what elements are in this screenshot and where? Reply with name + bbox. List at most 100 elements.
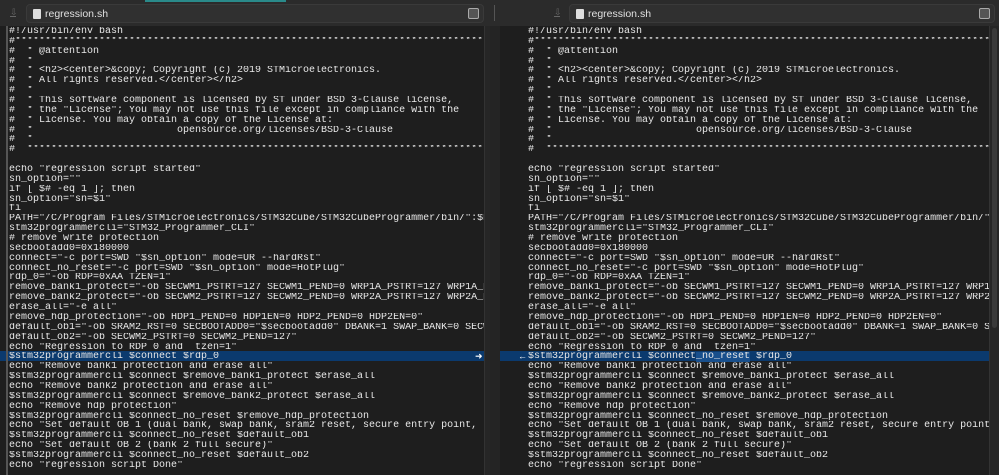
code-line: fi (528, 204, 541, 215)
code-line: sn_option="sn=$1" (9, 194, 112, 205)
file-icon (576, 9, 584, 19)
split-editor-icon[interactable] (979, 8, 990, 19)
code-line: #***************************************… (9, 36, 484, 47)
code-line: #***************************************… (528, 36, 999, 47)
code-lines: #!/usr/bin/env bash #********************… (9, 27, 484, 471)
code-text: $rdp_0 (750, 352, 793, 363)
code-line: # * @attention (9, 46, 100, 57)
code-line: secbootadd0=0x180000 (528, 243, 649, 254)
code-line: sn_option="sn=$1" (528, 194, 631, 205)
code-line: # * License. You may obtain a copy of th… (528, 115, 853, 126)
scrollbar-thumb[interactable] (992, 28, 997, 328)
code-line: fi (9, 204, 22, 215)
code-line: stm32programmercli="STM32_Programmer_CLI… (528, 224, 775, 235)
diff-inserted-text: _no_reset (696, 352, 751, 363)
code-line: $stm32programmercli $connect $rdp_0 (9, 352, 220, 363)
code-line: # remove write protection (9, 234, 160, 244)
code-line: # * opensource.org/licenses/BSD-3-Clause (528, 125, 913, 136)
code-editor-right[interactable]: ← #!/usr/bin/env bash #******************… (500, 26, 999, 475)
code-line: echo "regression script Done" (528, 460, 703, 471)
code-text: $stm32programmercli $connect (528, 352, 697, 363)
code-line: # * All rights reserved.</center></h2> (528, 76, 763, 87)
left-file-tab[interactable]: regression.sh (26, 4, 484, 23)
code-line: connect_no_reset="-c port=SWD "$sn_optio… (528, 263, 865, 274)
code-line: remove_bank1_protect="-ob SECWM1_PSTRT=1… (528, 283, 999, 294)
code-line: sn_option="" (9, 174, 82, 185)
code-line: connect="-c port=SWD "$sn_option" mode=U… (9, 253, 322, 264)
code-line: echo "Set default OB 1 (dual bank, swap … (9, 421, 484, 432)
file-icon (33, 9, 41, 19)
pin-icon[interactable]: ⇩ (10, 8, 18, 17)
code-line: connect_no_reset="-c port=SWD "$sn_optio… (9, 263, 346, 274)
code-line: $stm32programmercli $connect_no_reset $d… (9, 431, 310, 442)
code-line: # * This software component is licensed … (528, 96, 973, 106)
code-line: secbootadd0=0x180000 (9, 243, 130, 254)
code-line: echo "regression script started" (9, 165, 202, 175)
code-line: # * (528, 56, 553, 67)
code-line: rdp_0="-ob RDP=0xAA TZEN=1" (528, 273, 691, 284)
right-editor-pane: ⇩ regression.sh ← #!/usr/bin/env bash #**… (500, 0, 999, 475)
code-line: # * <h2><center>&copy; Copyright (c) 201… (9, 66, 382, 77)
code-line: echo "Remove hdp protection" (9, 401, 178, 412)
code-line: # * (9, 86, 34, 97)
pane-divider[interactable] (494, 5, 495, 21)
split-editor-icon[interactable] (468, 8, 479, 19)
code-line: # * opensource.org/licenses/BSD-3-Clause (9, 125, 394, 136)
code-line: default_ob2="-ob SECWM2_PSTRT=0 SECWM2_P… (9, 332, 298, 343)
code-line: connect="-c port=SWD "$sn_option" mode=U… (528, 253, 841, 264)
code-line: $stm32programmercli $connect_no_reset $r… (528, 411, 889, 422)
scrollbar-left[interactable] (484, 26, 490, 475)
code-line: stm32programmercli="STM32_Programmer_CLI… (9, 224, 256, 235)
code-line: $stm32programmercli $connect_no_reset $d… (528, 431, 829, 442)
tab-label: regression.sh (45, 8, 109, 20)
code-line: remove_bank2_protect="-ob SECWM2_PSTRT=1… (528, 293, 999, 304)
code-line: echo "regression script Done" (9, 460, 184, 471)
code-line: if [ $# -eq 1 ]; then (9, 184, 136, 195)
code-line: # * All rights reserved.</center></h2> (9, 76, 244, 87)
code-line: $stm32programmercli $connect_no_reset $r… (9, 411, 370, 422)
code-line: $stm32programmercli $connect $remove_ban… (528, 391, 895, 402)
code-line: echo "Remove bank2 protection and erase … (528, 381, 793, 392)
code-line: PATH="/C/Program Files/STMicroelectronic… (9, 214, 484, 225)
arrow-left-icon[interactable]: ← (518, 351, 527, 361)
code-line: erase_all="-e all" (9, 303, 118, 313)
code-line: default_ob1="-ob SRAM2_RST=0 SECBOOTADD0… (528, 322, 999, 333)
pin-icon[interactable]: ⇩ (554, 8, 562, 17)
code-line: # * (9, 56, 34, 67)
code-line: PATH="/C/Program Files/STMicroelectronic… (528, 214, 999, 225)
code-line: remove_hdp_protection="-ob HDP1_PEND=0 H… (9, 312, 424, 323)
code-line: echo "Regression to RDP 0 and tzen=1" (528, 342, 757, 353)
code-line: $stm32programmercli $connect_no_reset $r… (528, 352, 999, 363)
code-line: # **************************************… (9, 145, 484, 156)
code-line: # * License. You may obtain a copy of th… (9, 115, 334, 126)
code-line: echo "Set default OB 1 (dual bank, swap … (528, 421, 997, 432)
code-line: echo "Regression to RDP 0 and tzen=1" (9, 342, 238, 353)
code-line: echo "Remove hdp protection" (528, 401, 697, 412)
code-line: # **************************************… (528, 145, 999, 156)
right-file-tab[interactable]: regression.sh (569, 4, 995, 23)
code-line: #!/usr/bin/env bash (528, 27, 643, 37)
code-line: rdp_0="-ob RDP=0xAA TZEN=1" (9, 273, 172, 284)
code-line: default_ob2="-ob SECWM2_PSTRT=0 SECWM2_P… (528, 332, 817, 343)
tab-label: regression.sh (588, 8, 652, 20)
code-line: remove_bank2_protect="-ob SECWM2_PSTRT=1… (9, 293, 484, 304)
code-line: echo "Set default OB 2 (bank 2 full secu… (9, 441, 274, 451)
code-line: erase_all="-e all" (528, 303, 637, 313)
code-line: $stm32programmercli $connect_no_reset $d… (528, 450, 829, 461)
code-line: default_ob1="-ob SRAM2_RST=0 SECBOOTADD0… (9, 322, 484, 333)
code-line: $stm32programmercli $connect $remove_ban… (9, 372, 376, 382)
code-editor-left[interactable]: ➜ #!/usr/bin/env bash #******************… (0, 26, 484, 475)
code-line: # * the "License"; You may not use this … (528, 105, 979, 116)
code-line: # * (528, 135, 553, 146)
code-line: # * @attention (528, 46, 619, 57)
code-line: echo "Set default OB 2 (bank 2 full secu… (528, 441, 793, 451)
scrollbar-right[interactable] (989, 26, 999, 475)
code-line: if [ $# -eq 1 ]; then (528, 184, 655, 195)
code-line: # * (9, 135, 34, 146)
gutter-marker (6, 26, 8, 475)
code-line: # remove write protection (528, 234, 679, 244)
code-line: #!/usr/bin/env bash (9, 27, 124, 37)
code-line: $stm32programmercli $connect_no_reset $d… (9, 450, 310, 461)
